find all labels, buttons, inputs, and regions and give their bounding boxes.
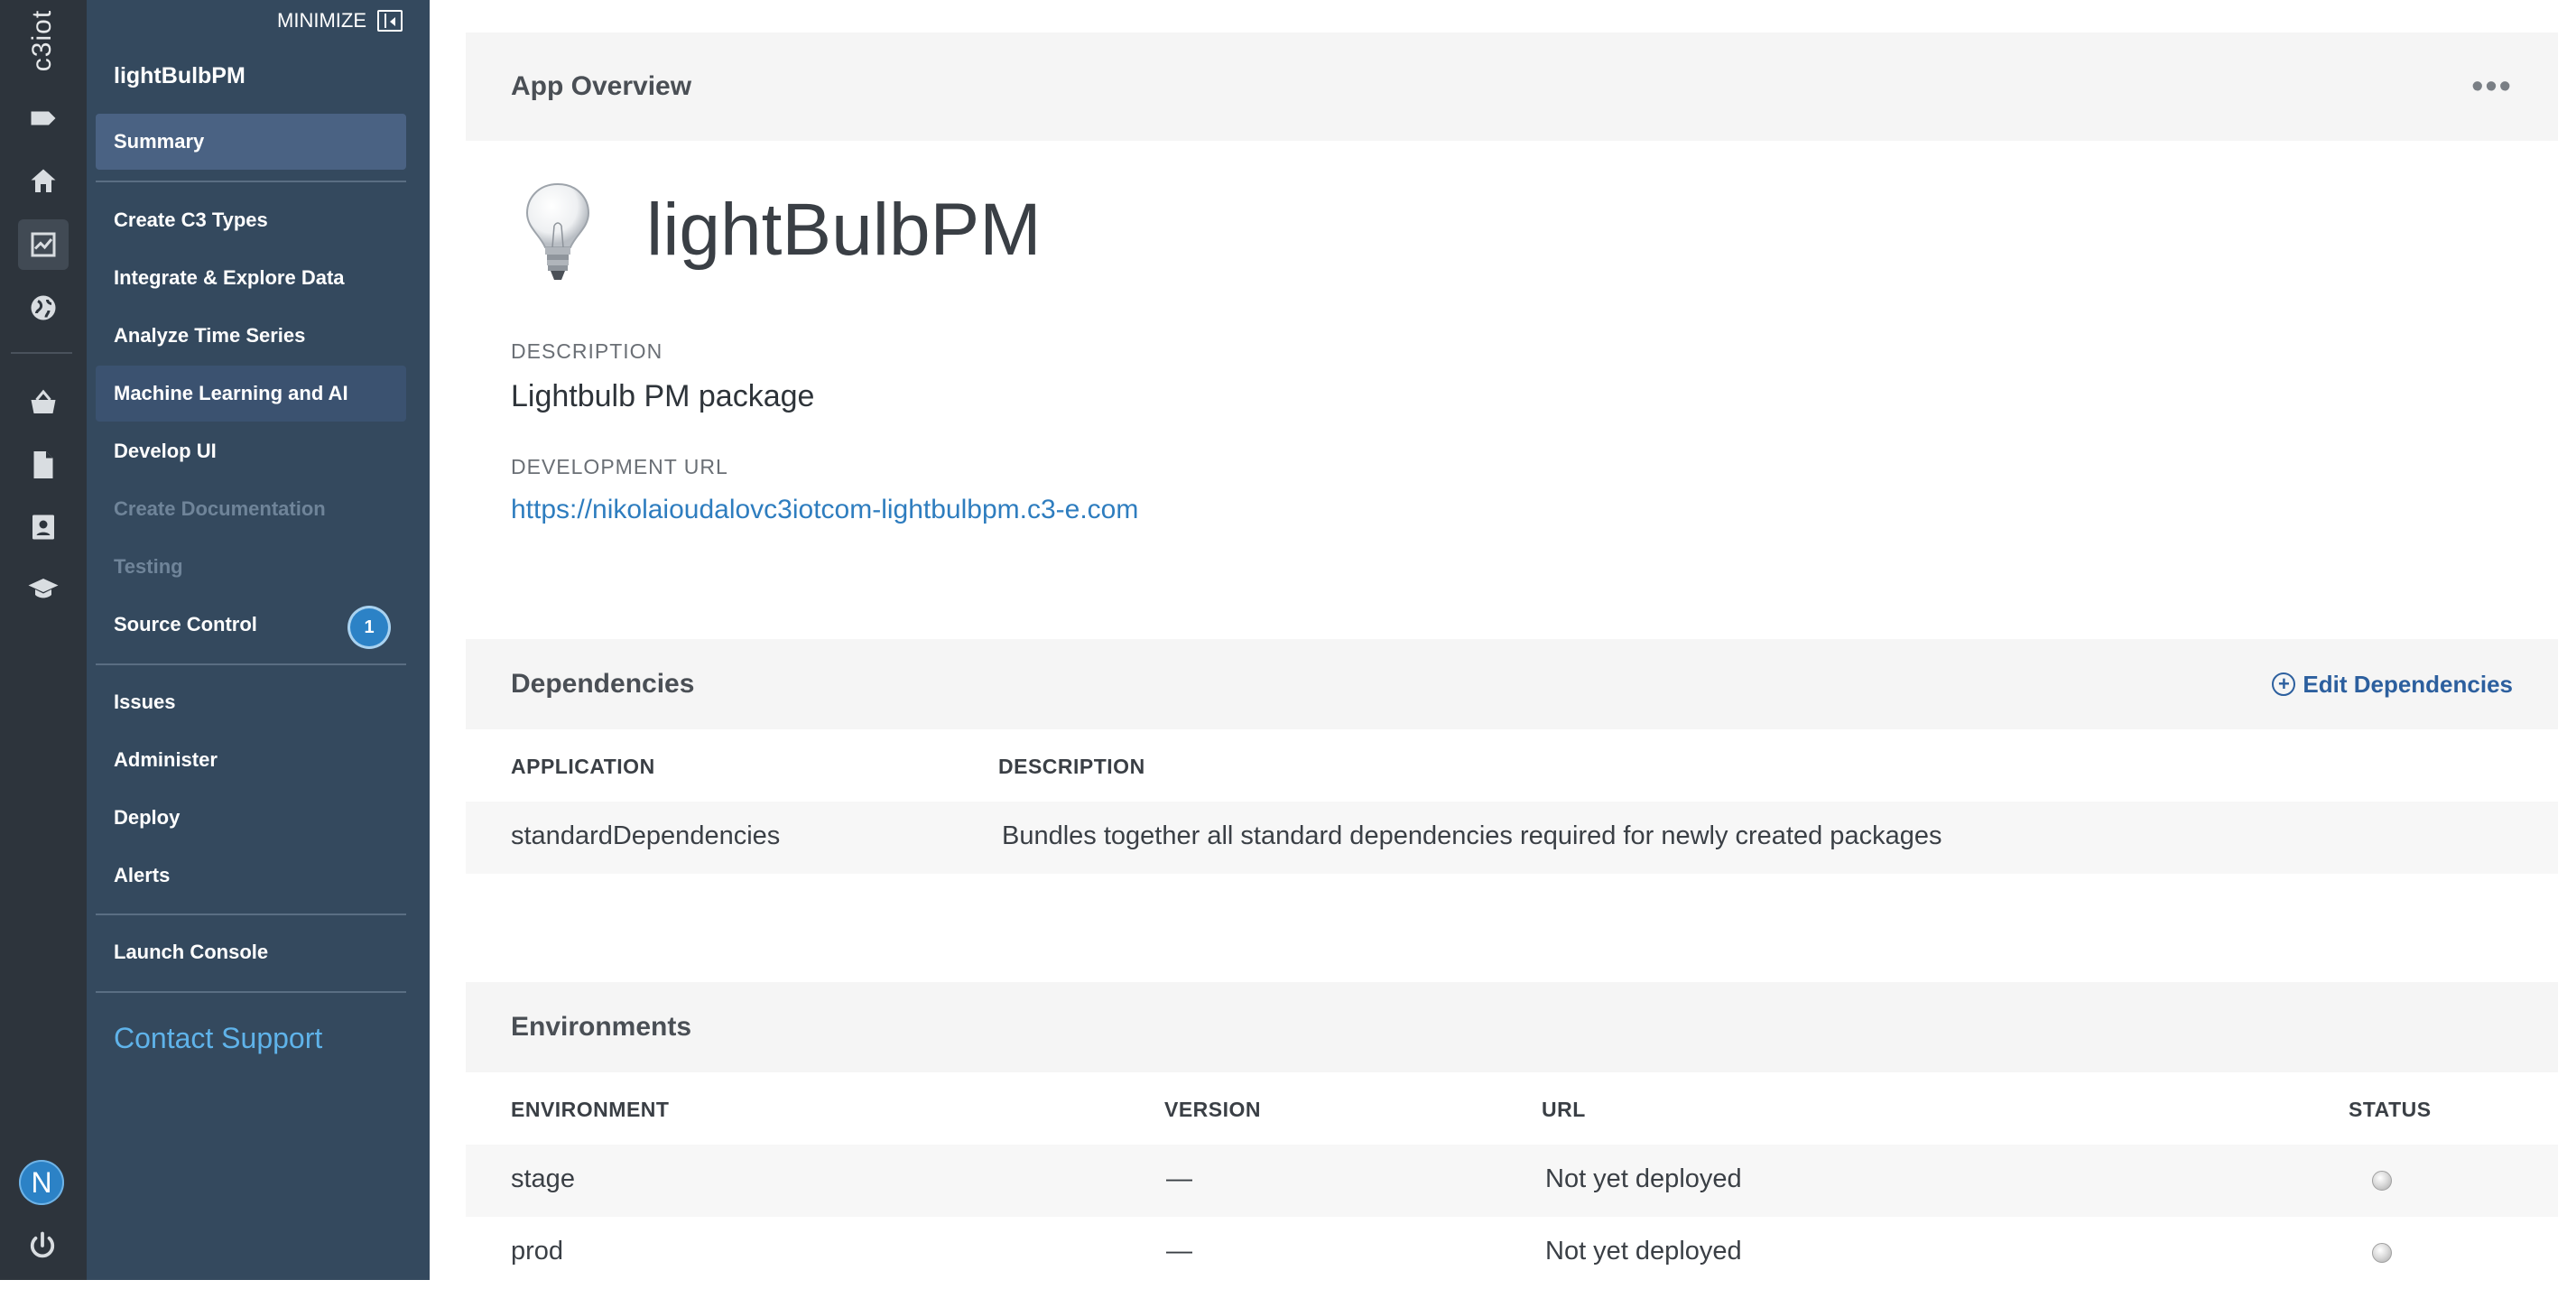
project-name: lightBulbPM <box>114 63 246 88</box>
description-label: DESCRIPTION <box>511 339 663 363</box>
collapse-panel-icon <box>377 10 403 32</box>
sidebar-item-integrate-explore-data[interactable]: Integrate & Explore Data <box>96 250 406 306</box>
edit-dependencies-label: Edit Dependencies <box>2303 670 2513 698</box>
sidebar-item-administer[interactable]: Administer <box>96 732 406 788</box>
sidebar-item-alerts[interactable]: Alerts <box>96 848 406 904</box>
sidebar-item-label: Integrate & Explore Data <box>114 266 345 289</box>
power-icon[interactable] <box>23 1226 62 1266</box>
sidebar-item-label: Create C3 Types <box>114 209 268 231</box>
sidebar-item-source-control[interactable]: Source Control 1 <box>96 597 406 653</box>
sidebar-item-label: Analyze Time Series <box>114 324 306 347</box>
sidebar-item-create-c3-types[interactable]: Create C3 Types <box>96 192 406 248</box>
minimize-button[interactable]: MINIMIZE <box>277 9 403 32</box>
sidebar-item-summary[interactable]: Summary <box>96 114 406 170</box>
sidebar-item-issues[interactable]: Issues <box>96 674 406 730</box>
contact-card-icon[interactable] <box>18 502 69 552</box>
basket-icon[interactable] <box>18 377 69 428</box>
sidebar-item-label: Source Control <box>114 613 257 635</box>
sidebar-item-create-documentation: Create Documentation <box>96 481 406 537</box>
environment-name: stage <box>511 1164 575 1193</box>
sidebar-item-label: Launch Console <box>114 941 269 963</box>
sidebar-item-label: Issues <box>114 691 176 713</box>
sidebar-divider <box>96 991 406 993</box>
sidebar-item-label: Summary <box>114 130 205 153</box>
sidebar-item-label: Alerts <box>114 864 171 886</box>
table-row[interactable]: stage — Not yet deployed <box>466 1145 2558 1217</box>
sidebar-item-analyze-time-series[interactable]: Analyze Time Series <box>96 308 406 364</box>
globe-icon[interactable] <box>18 283 69 333</box>
main-content: App Overview ••• lightBulbPM DESCRIPTION… <box>430 0 2576 1289</box>
lightbulb-icon <box>525 182 590 280</box>
more-options-icon[interactable]: ••• <box>2471 32 2513 141</box>
section-title: Dependencies <box>511 669 695 699</box>
app-description: Lightbulb PM package <box>511 379 815 413</box>
environments-header: Environments <box>466 982 2558 1072</box>
sidebar-item-label: Create Documentation <box>114 497 326 520</box>
sidebar-item-develop-ui[interactable]: Develop UI <box>96 423 406 479</box>
dependency-description: Bundles together all standard dependenci… <box>1002 821 1942 850</box>
document-icon[interactable] <box>18 440 69 490</box>
environment-url: Not yet deployed <box>1545 1164 1742 1193</box>
c3iot-logo[interactable]: c3iot <box>13 9 72 72</box>
column-header-url: URL <box>1542 1098 1586 1121</box>
sidebar-item-label: Deploy <box>114 806 181 829</box>
environment-version: — <box>1166 1237 1192 1266</box>
dependency-application: standardDependencies <box>511 821 781 850</box>
environment-version: — <box>1166 1164 1192 1193</box>
tag-icon[interactable] <box>18 93 69 144</box>
development-url-link[interactable]: https://nikolaioudalovc3iotcom-lightbulb… <box>511 495 1138 525</box>
table-row[interactable]: standardDependencies Bundles together al… <box>466 802 2558 874</box>
sidebar-divider <box>96 663 406 665</box>
dependencies-header: Dependencies + Edit Dependencies <box>466 639 2558 729</box>
status-indicator <box>2372 1243 2392 1263</box>
sidebar-item-testing: Testing <box>96 539 406 595</box>
notification-badge: 1 <box>350 608 388 646</box>
section-title: App Overview <box>511 71 692 101</box>
user-avatar[interactable]: N <box>19 1160 64 1205</box>
column-header-version: VERSION <box>1164 1098 1262 1121</box>
sidebar-item-label: Develop UI <box>114 440 217 462</box>
sidebar: MINIMIZE lightBulbPM Summary Create C3 T… <box>87 0 430 1280</box>
sidebar-item-launch-console[interactable]: Launch Console <box>96 924 406 980</box>
sidebar-item-deploy[interactable]: Deploy <box>96 790 406 846</box>
graduation-cap-icon[interactable] <box>18 564 69 615</box>
sidebar-divider <box>96 913 406 915</box>
app-overview-header: App Overview ••• <box>466 32 2558 141</box>
add-circle-icon: + <box>2272 672 2296 696</box>
column-header-application: APPLICATION <box>511 755 655 778</box>
environment-name: prod <box>511 1237 564 1266</box>
status-indicator <box>2372 1171 2392 1191</box>
sidebar-divider <box>96 181 406 182</box>
column-header-status: STATUS <box>2349 1098 2432 1121</box>
app-name-title: lightBulbPM <box>646 189 1042 271</box>
sidebar-item-label: Testing <box>114 555 183 578</box>
environment-url: Not yet deployed <box>1545 1237 1742 1266</box>
column-header-environment: ENVIRONMENT <box>511 1098 670 1121</box>
analytics-icon[interactable] <box>18 219 69 270</box>
minimize-label: MINIMIZE <box>277 9 366 32</box>
column-header-description: DESCRIPTION <box>998 755 1145 778</box>
rail-divider <box>11 352 72 354</box>
sidebar-item-label: Administer <box>114 748 218 771</box>
contact-support-link[interactable]: Contact Support <box>114 1022 322 1055</box>
section-title: Environments <box>511 1012 692 1042</box>
table-row[interactable]: prod — Not yet deployed <box>466 1217 2558 1289</box>
sidebar-item-label: Machine Learning and AI <box>114 382 348 404</box>
edit-dependencies-button[interactable]: + Edit Dependencies <box>2272 639 2513 729</box>
home-icon[interactable] <box>18 156 69 207</box>
development-url-label: DEVELOPMENT URL <box>511 455 728 478</box>
sidebar-item-machine-learning[interactable]: Machine Learning and AI <box>96 366 406 422</box>
icon-rail: c3iot N <box>0 0 87 1280</box>
